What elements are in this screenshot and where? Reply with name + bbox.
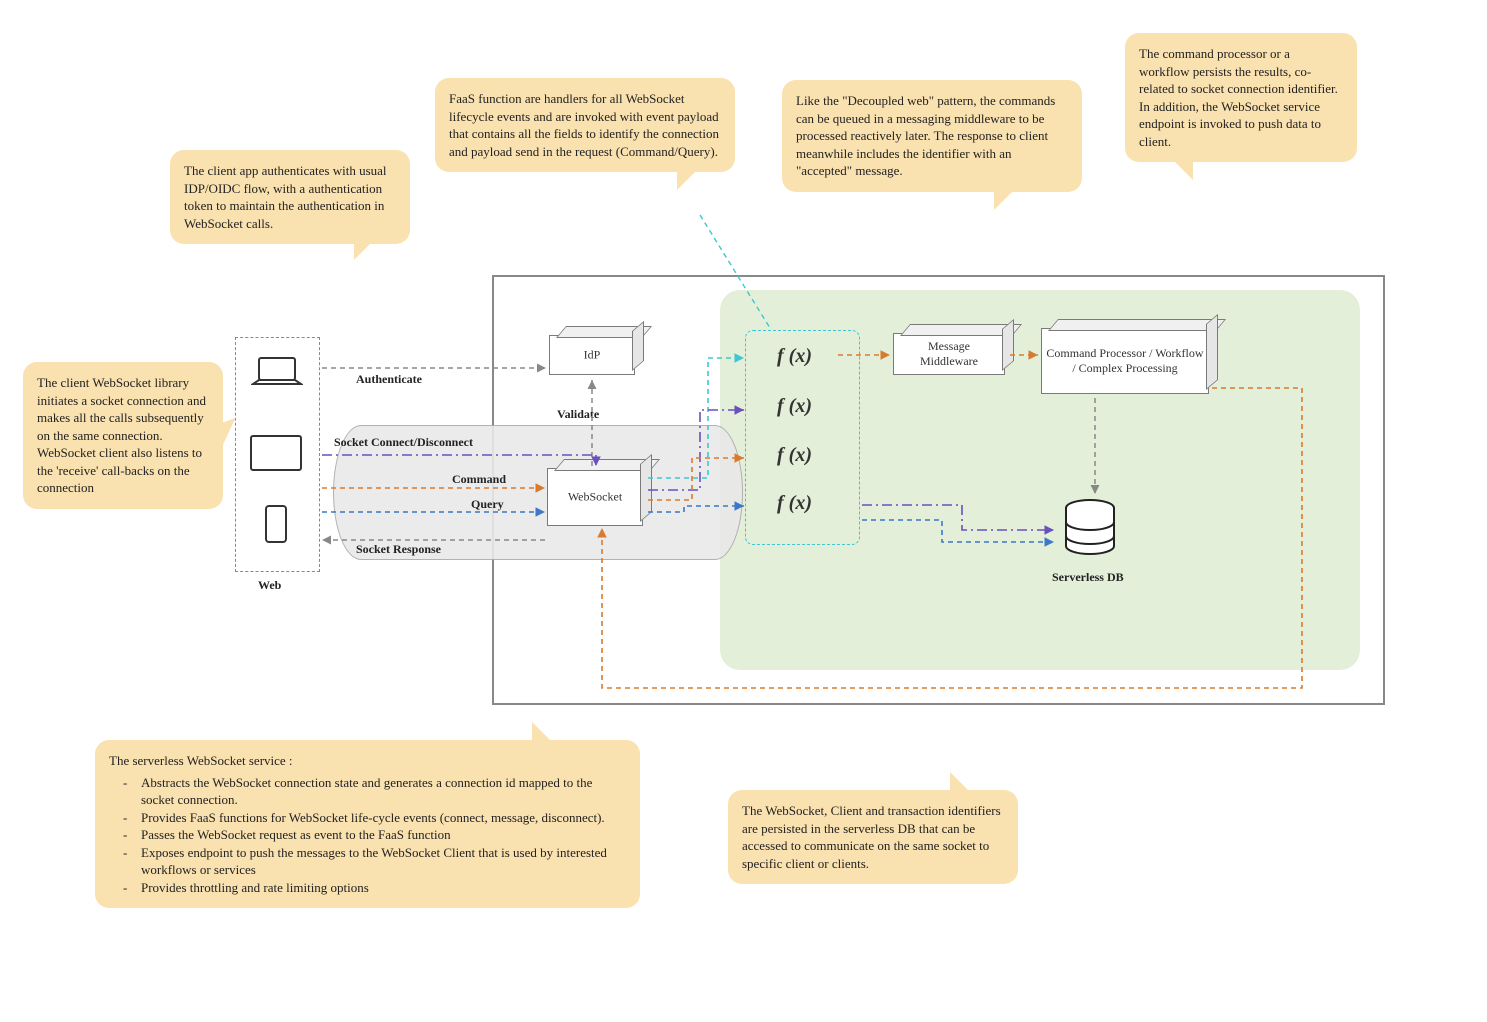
callout-command-proc: The command processor or a workflow pers…: [1125, 33, 1357, 162]
websocket-label: WebSocket: [548, 490, 642, 505]
callout-decoupled: Like the "Decoupled web" pattern, the co…: [782, 80, 1082, 192]
idp-node: IdP: [549, 335, 635, 375]
socket-response-label: Socket Response: [356, 542, 441, 557]
callout-command-proc-text: The command processor or a workflow pers…: [1139, 46, 1338, 149]
fx-2: f (x): [777, 395, 812, 418]
tablet-icon: [250, 435, 302, 471]
command-processor-node: Command Processor / Workflow / Complex P…: [1041, 328, 1209, 394]
fx-1: f (x): [777, 345, 812, 368]
callout-ws-client: The client WebSocket library initiates a…: [23, 362, 223, 509]
command-label: Command: [452, 472, 506, 487]
callout-db-note: The WebSocket, Client and transaction id…: [728, 790, 1018, 884]
callout-auth-text: The client app authenticates with usual …: [184, 163, 387, 231]
query-label: Query: [471, 497, 504, 512]
command-processor-label: Command Processor / Workflow / Complex P…: [1042, 346, 1208, 376]
web-label: Web: [258, 578, 281, 593]
ws-bullet-2: Passes the WebSocket request as event to…: [123, 826, 626, 844]
message-middleware-label: Message Middleware: [894, 339, 1004, 369]
callout-decoupled-text: Like the "Decoupled web" pattern, the co…: [796, 93, 1055, 178]
socket-connect-label: Socket Connect/Disconnect: [334, 435, 473, 450]
ws-bullet-4: Provides throttling and rate limiting op…: [123, 879, 626, 897]
serverless-db-label: Serverless DB: [1052, 570, 1124, 585]
callout-faas: FaaS function are handlers for all WebSo…: [435, 78, 735, 172]
callout-ws-service: The serverless WebSocket service : Abstr…: [95, 740, 640, 908]
callout-faas-text: FaaS function are handlers for all WebSo…: [449, 91, 719, 159]
websocket-node: WebSocket: [547, 468, 643, 526]
callout-db-note-text: The WebSocket, Client and transaction id…: [742, 803, 1001, 871]
authenticate-label: Authenticate: [356, 372, 422, 387]
message-middleware-node: Message Middleware: [893, 333, 1005, 375]
fx-3: f (x): [777, 444, 812, 467]
fx-4: f (x): [777, 492, 812, 515]
ws-bullet-3: Exposes endpoint to push the messages to…: [123, 844, 626, 879]
callout-auth: The client app authenticates with usual …: [170, 150, 410, 244]
idp-label: IdP: [550, 348, 634, 363]
database-icon: [1060, 498, 1120, 566]
laptop-icon: [251, 354, 303, 394]
ws-bullet-1: Provides FaaS functions for WebSocket li…: [123, 809, 626, 827]
validate-label: Validate: [557, 407, 599, 422]
callout-ws-client-text: The client WebSocket library initiates a…: [37, 375, 206, 495]
ws-bullet-0: Abstracts the WebSocket connection state…: [123, 774, 626, 809]
phone-icon: [265, 505, 287, 543]
diagram-canvas: Web IdP WebSocket Message Middleware Com…: [0, 0, 1487, 1022]
callout-ws-service-heading: The serverless WebSocket service :: [109, 752, 626, 770]
